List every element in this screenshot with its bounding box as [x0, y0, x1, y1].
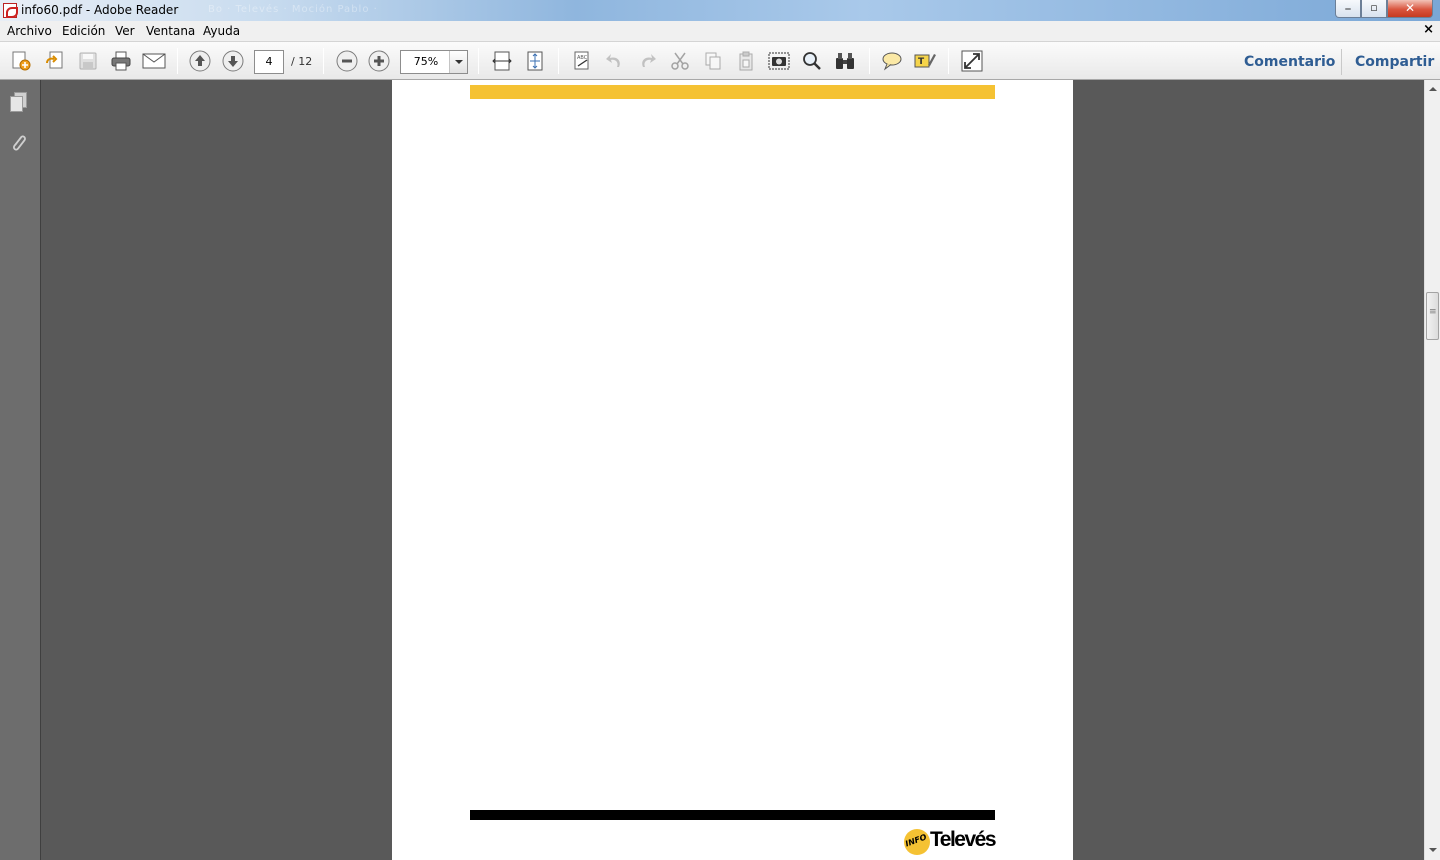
menu-ventana[interactable]: Ventana	[146, 24, 195, 38]
menu-ver[interactable]: Ver	[115, 24, 135, 38]
redo-button[interactable]	[636, 50, 660, 72]
envelope-icon	[142, 53, 166, 69]
restore-button[interactable]: ▫	[1361, 0, 1387, 18]
open-file-icon	[46, 51, 63, 69]
previous-page-button[interactable]	[188, 50, 212, 72]
undo-icon	[606, 54, 620, 67]
navigation-panel	[0, 80, 41, 860]
page-number-input[interactable]: 4	[254, 50, 284, 74]
adobe-reader-icon	[3, 3, 18, 18]
comment-panel-link[interactable]: Comentario	[1244, 54, 1335, 70]
page-footer-bar	[470, 810, 995, 820]
menu-edicion[interactable]: Edición	[62, 24, 105, 38]
svg-text:T: T	[918, 57, 925, 67]
toolbar-separator	[478, 48, 479, 74]
highlighter-icon: T	[914, 54, 936, 68]
pdf-page: INFO Televés	[392, 80, 1073, 860]
open-file-button[interactable]	[43, 50, 67, 72]
cut-button[interactable]	[668, 50, 692, 72]
menu-edicion-label: Edición	[62, 24, 106, 38]
search-icon	[803, 52, 821, 70]
camera-icon	[768, 52, 790, 70]
document-sign-icon: ABC	[574, 51, 589, 70]
page-header-bar	[470, 85, 995, 99]
toolbar-separator	[323, 48, 324, 74]
copy-button[interactable]	[701, 50, 725, 72]
logo-brand: Televés	[930, 828, 997, 851]
undo-button[interactable]	[602, 50, 626, 72]
close-document-icon[interactable]: ×	[1423, 22, 1434, 37]
window-title: info60.pdf - Adobe Reader	[21, 3, 179, 17]
full-screen-button[interactable]	[960, 50, 984, 72]
copy-icon	[705, 52, 721, 70]
toolbar: 4 / 12 75% ABC T Comentario Compartir	[0, 41, 1440, 80]
expand-icon	[961, 50, 983, 72]
scroll-down-arrow-icon[interactable]	[1425, 843, 1440, 858]
close-icon: ✕	[1404, 1, 1416, 15]
zoom-in-button[interactable]	[367, 50, 391, 72]
televes-logo: INFO Televés	[904, 828, 997, 858]
printer-icon	[111, 51, 131, 71]
sign-document-button[interactable]: ABC	[570, 50, 594, 72]
toolbar-separator	[948, 48, 949, 74]
share-panel-link[interactable]: Compartir	[1355, 54, 1434, 70]
menu-archivo-label: Archivo	[7, 24, 52, 38]
attachments-paperclip-icon[interactable]	[8, 132, 30, 154]
scrollbar-thumb[interactable]	[1426, 292, 1439, 340]
scissors-icon	[671, 52, 689, 70]
document-viewer[interactable]: INFO Televés	[41, 80, 1424, 860]
plus-icon	[368, 50, 390, 72]
toolbar-separator	[558, 48, 559, 74]
window-title-decoration: Bo · Televés · Moción Pablo ·	[208, 4, 378, 15]
sticky-note-button[interactable]	[880, 50, 904, 72]
scroll-up-arrow-icon[interactable]	[1425, 82, 1440, 97]
fit-page-button[interactable]	[523, 50, 547, 72]
vertical-scrollbar[interactable]	[1424, 80, 1440, 860]
fit-width-button[interactable]	[490, 50, 514, 72]
menu-bar: Archivo Edición Ver Ventana Ayuda ×	[0, 21, 1440, 41]
zoom-select[interactable]: 75%	[400, 50, 468, 74]
title-bar: info60.pdf - Adobe Reader Bo · Televés ·…	[0, 0, 1440, 21]
menu-ayuda[interactable]: Ayuda	[203, 24, 240, 38]
create-pdf-icon	[12, 51, 31, 71]
binoculars-icon	[836, 53, 854, 69]
highlight-text-button[interactable]: T	[913, 50, 937, 72]
advanced-search-button[interactable]	[833, 50, 857, 72]
minus-icon	[336, 50, 358, 72]
toolbar-separator	[177, 48, 178, 74]
fit-width-icon	[492, 51, 512, 71]
clipboard-icon	[739, 51, 753, 71]
menu-archivo[interactable]: Archivo	[7, 24, 52, 38]
next-page-button[interactable]	[221, 50, 245, 72]
fit-page-icon	[527, 51, 543, 71]
page-total-label: / 12	[291, 55, 313, 68]
create-pdf-button[interactable]	[9, 50, 33, 72]
menu-ver-label: Ver	[115, 24, 135, 38]
comment-bubble-icon	[882, 52, 902, 71]
paste-button[interactable]	[734, 50, 758, 72]
redo-icon	[642, 54, 656, 67]
toolbar-separator	[869, 48, 870, 74]
snapshot-button[interactable]	[767, 50, 791, 72]
save-button[interactable]	[76, 50, 100, 72]
arrow-up-icon	[189, 50, 211, 72]
restore-icon: ▫	[1370, 1, 1378, 14]
toolbar-separator	[1341, 49, 1342, 75]
zoom-value: 75%	[413, 55, 439, 68]
email-button[interactable]	[142, 50, 166, 72]
zoom-out-button[interactable]	[335, 50, 359, 72]
arrow-down-icon	[222, 50, 244, 72]
close-window-button[interactable]: ✕	[1387, 0, 1433, 18]
menu-ayuda-label: Ayuda	[203, 24, 241, 38]
page-thumbnails-icon[interactable]	[10, 92, 30, 114]
chevron-down-icon[interactable]	[449, 51, 467, 73]
print-button[interactable]	[109, 50, 133, 72]
minimize-button[interactable]: _	[1335, 0, 1361, 18]
menu-ventana-label: Ventana	[146, 24, 196, 38]
save-icon	[79, 52, 97, 70]
minimize-icon: _	[1345, 0, 1351, 10]
search-button[interactable]	[800, 50, 824, 72]
